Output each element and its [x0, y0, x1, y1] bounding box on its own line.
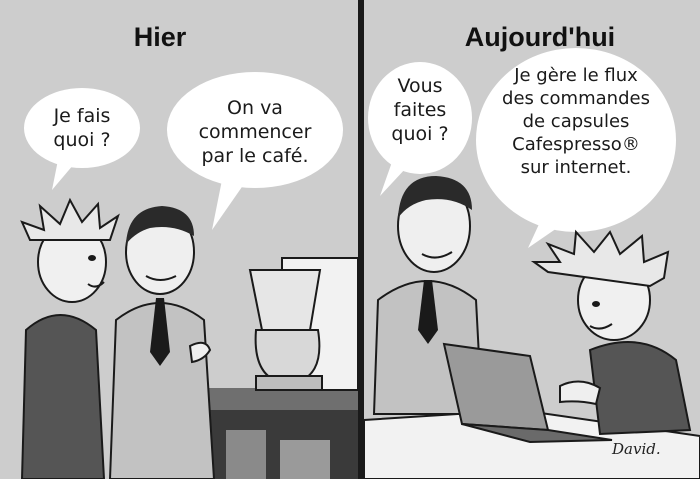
- right-bubble-1-text: Vous faites quoi ?: [391, 75, 449, 145]
- panel-divider: [358, 0, 364, 479]
- right-panel-title: Aujourd'hui: [464, 22, 616, 52]
- left-bubble-1-text: Je fais quoi ?: [53, 105, 111, 151]
- comic-strip: Hier Aujourd'hui Je fais quoi ? On va co…: [0, 0, 700, 479]
- artist-signature: David.: [612, 440, 661, 458]
- left-bubble-2-text: On va commencer par le café.: [198, 97, 312, 167]
- coffee-counter: [200, 388, 358, 479]
- coffee-machine: [248, 257, 359, 391]
- left-panel-title: Hier: [133, 22, 187, 52]
- right-bubble-2-text: Je gère le flux des commandes de capsule…: [502, 65, 650, 178]
